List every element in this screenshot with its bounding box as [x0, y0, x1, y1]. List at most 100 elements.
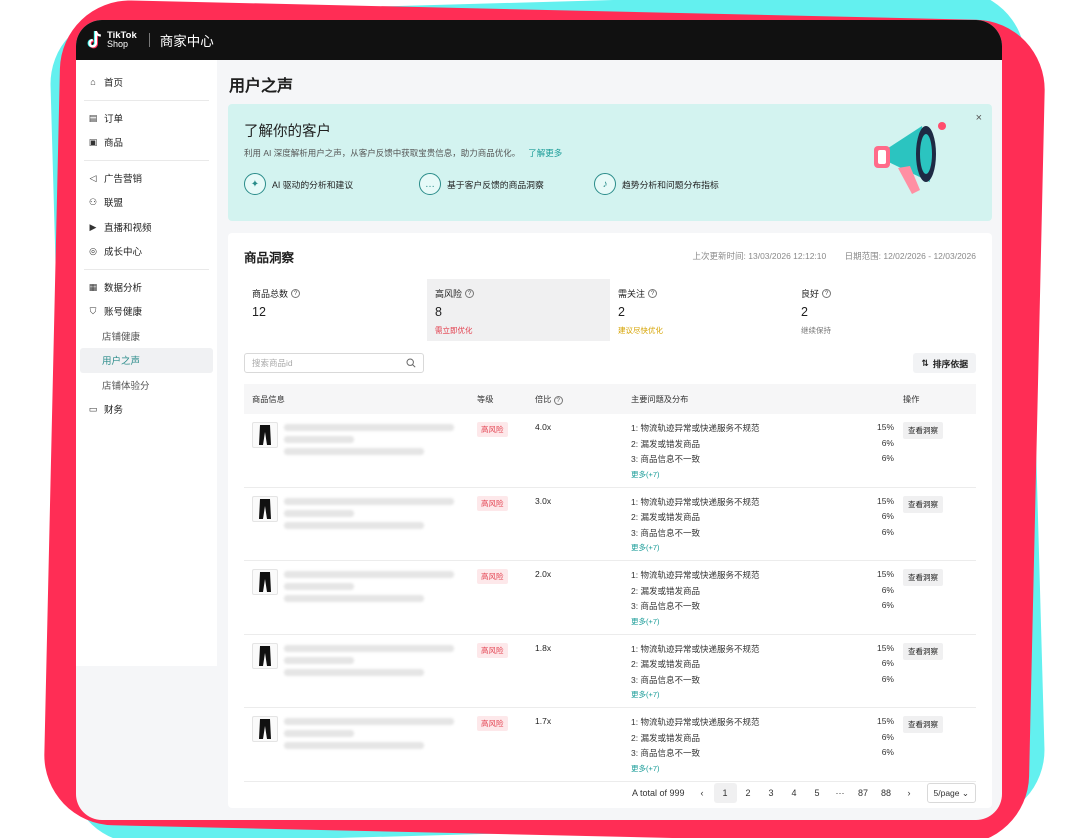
risk-badge: 高风险 — [477, 642, 508, 658]
issue-item: 1: 物流轨迹异常或快递服务不规范 15% — [631, 642, 894, 654]
blurred-product-text — [284, 643, 454, 708]
product-info[interactable] — [252, 569, 477, 634]
page-ellipsis[interactable]: ··· — [829, 783, 852, 803]
topbar-divider — [148, 33, 150, 47]
tiktok-shop-logo[interactable]: TikTok Shop — [86, 30, 137, 50]
sidebar-item-growth[interactable]: ◎ 成长中心 — [76, 239, 217, 264]
view-insight-button[interactable]: 查看洞察 — [903, 495, 943, 513]
page-size-select[interactable]: 5/page ⌄ — [926, 783, 976, 803]
sort-button[interactable]: ⇅ 排序依据 — [913, 353, 976, 373]
chevron-down-icon: ⌄ — [961, 788, 969, 798]
more-issues-link[interactable]: 更多(+7) — [631, 616, 894, 627]
blurred-product-text — [284, 569, 454, 634]
sidebar-item-store-health[interactable]: 店铺健康 — [76, 324, 217, 349]
stat-attention[interactable]: 需关注? 2 建议尽快优化 — [610, 279, 793, 341]
issue-list: 1: 物流轨迹异常或快递服务不规范 15% 2: 漏发或错发商品 6% 3: 商品信息不… — [631, 716, 894, 781]
stat-good[interactable]: 良好? 2 继续保持 — [793, 279, 976, 341]
sidebar-item-store-experience[interactable]: 店铺体验分 — [76, 373, 217, 398]
pants-icon — [259, 719, 271, 739]
ratio-value: 1.8x — [535, 642, 552, 653]
prev-page-icon[interactable]: ‹ — [691, 783, 714, 803]
product-insight-card: 商品洞察 上次更新时间: 13/03/2026 12:12:10 日期范围: 1… — [228, 233, 992, 808]
help-icon[interactable]: ? — [291, 289, 301, 298]
issue-list: 1: 物流轨迹异常或快递服务不规范 15% 2: 漏发或错发商品 6% 3: 商品信息不… — [631, 643, 894, 708]
ratio-value: 1.7x — [535, 716, 552, 726]
megaphone-illustration-icon — [874, 122, 946, 194]
more-issues-link[interactable]: 更多(+7) — [631, 763, 894, 774]
search-input[interactable]: 搜索商品id — [244, 353, 424, 373]
sidebar-item-voice-of-customer[interactable]: 用户之声 — [80, 348, 213, 373]
sidebar-divider — [84, 268, 209, 270]
page-88[interactable]: 88 — [875, 783, 898, 803]
blurred-product-text — [284, 716, 454, 781]
help-icon[interactable]: ? — [465, 289, 475, 298]
sidebar-divider — [84, 99, 209, 101]
close-icon[interactable]: × — [976, 112, 982, 124]
sort-icon: ⇅ — [921, 357, 929, 368]
sidebar-item-home[interactable]: ⌂ 首页 — [76, 70, 217, 95]
product-thumbnail — [252, 642, 278, 669]
help-icon[interactable]: ? — [822, 289, 832, 298]
issue-item: 1: 物流轨迹异常或快递服务不规范 15% — [631, 495, 894, 507]
app-window: TikTok Shop 商家中心 ⌂ 首页 ▤ 订单 ▣ 商品 ◁ 广告营销 ⚇ 联盟 ▶… — [76, 20, 1002, 820]
affiliate-icon: ⚇ — [88, 197, 98, 208]
issue-list: 1: 物流轨迹异常或快递服务不规范 15% 2: 漏发或错发商品 6% 3: 商品信息不… — [631, 422, 894, 487]
page-4[interactable]: 4 — [783, 783, 806, 803]
help-icon[interactable]: ? — [553, 396, 563, 405]
view-insight-button[interactable]: 查看洞察 — [903, 642, 943, 660]
more-issues-link[interactable]: 更多(+7) — [631, 542, 894, 553]
ratio-value: 3.0x — [535, 495, 552, 506]
section-title: 商品洞察 — [244, 250, 295, 265]
date-range: 日期范围: 12/02/2026 - 12/03/2026 — [844, 251, 976, 261]
product-thumbnail — [252, 569, 278, 595]
product-info[interactable] — [252, 495, 477, 561]
help-icon[interactable]: ? — [648, 289, 658, 298]
sidebar-item-account-health[interactable]: ⛉ 账号健康 — [76, 299, 217, 324]
home-icon: ⌂ — [90, 77, 96, 88]
page-1[interactable]: 1 — [713, 783, 737, 803]
product-thumbnail — [252, 422, 278, 448]
ratio-value: 2.0x — [535, 569, 552, 579]
more-issues-link[interactable]: 更多(+7) — [631, 689, 894, 700]
megaphone-icon: ◁ — [89, 172, 97, 183]
view-insight-button[interactable]: 查看洞察 — [903, 569, 943, 586]
pants-icon — [259, 645, 271, 666]
chat-icon: … — [419, 173, 441, 195]
sidebar-item-finance[interactable]: ▭ 财务 — [76, 397, 217, 422]
page-87[interactable]: 87 — [852, 783, 875, 803]
page-3[interactable]: 3 — [760, 783, 783, 803]
issue-item: 2: 漏发或错发商品 6% — [631, 731, 894, 743]
more-issues-link[interactable]: 更多(+7) — [631, 469, 894, 480]
product-info[interactable] — [252, 422, 477, 487]
bell-icon: ♪ — [594, 173, 616, 195]
sidebar-item-affiliate[interactable]: ⚇ 联盟 — [76, 190, 217, 215]
logo-line2: Shop — [107, 39, 129, 49]
sidebar-item-analytics[interactable]: ▦ 数据分析 — [76, 275, 217, 300]
feature-list: ✦ AI 驱动的分析和建议 … 基于客户反馈的商品洞察 ♪ 趋势分析和问题分布指标 — [244, 173, 976, 195]
view-insight-button[interactable]: 查看洞察 — [903, 422, 943, 439]
stat-total[interactable]: 商品总数? 12 — [244, 279, 427, 341]
sidebar-item-products[interactable]: ▣ 商品 — [76, 130, 217, 155]
risk-badge: 高风险 — [477, 569, 508, 584]
sidebar-item-ads[interactable]: ◁ 广告营销 — [76, 166, 217, 191]
sidebar-item-orders[interactable]: ▤ 订单 — [76, 106, 217, 131]
next-page-icon[interactable]: › — [898, 783, 921, 803]
table-row: 高风险 2.0x 1: 物流轨迹异常或快递服务不规范 15% 2: 漏发或错发商品 6% 3… — [244, 561, 976, 635]
view-insight-button[interactable]: 查看洞察 — [903, 716, 943, 733]
ratio-value: 4.0x — [535, 422, 552, 432]
issue-item: 3: 商品信息不一致 6% — [631, 747, 894, 758]
risk-badge: 高风险 — [477, 495, 508, 511]
learn-more-link[interactable]: 了解更多 — [528, 148, 562, 158]
page-title: 用户之声 — [229, 78, 294, 95]
product-thumbnail — [252, 495, 278, 522]
stat-high-risk[interactable]: 高风险? 8 需立即优化 — [427, 279, 610, 341]
page-5[interactable]: 5 — [806, 783, 829, 803]
product-info[interactable] — [252, 716, 477, 781]
video-icon: ▶ — [89, 221, 97, 232]
table-row: 高风险 3.0x 1: 物流轨迹异常或快递服务不规范 15% 2: 漏发或错发商品 6% 3… — [244, 488, 976, 561]
feature-item: … 基于客户反馈的商品洞察 — [419, 173, 594, 195]
product-info[interactable] — [252, 642, 477, 708]
page-2[interactable]: 2 — [737, 783, 760, 803]
sidebar-item-live-video[interactable]: ▶ 直播和视频 — [76, 215, 217, 240]
order-icon: ▤ — [88, 112, 98, 123]
